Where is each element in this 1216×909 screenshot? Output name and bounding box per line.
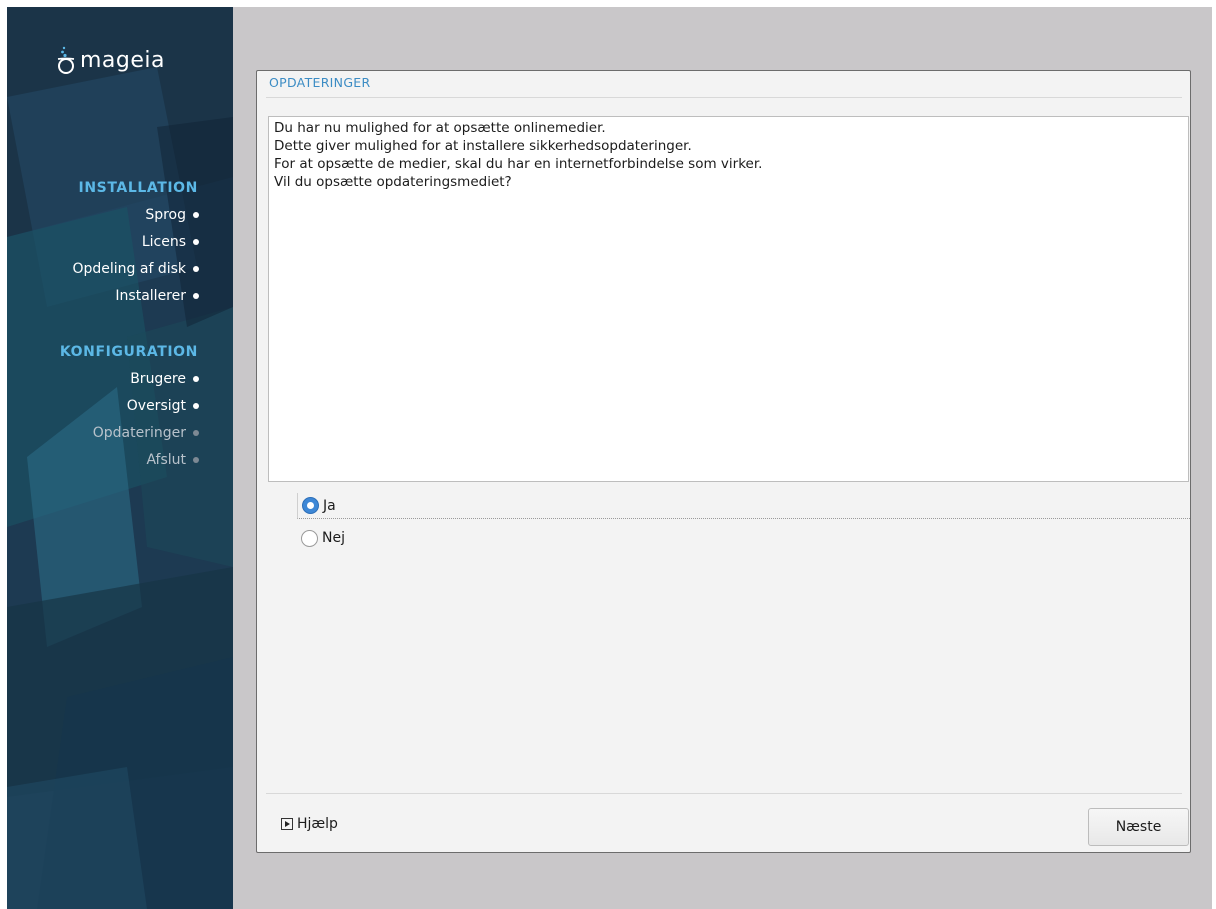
message-line: Dette giver mulighed for at installere s… [274,138,692,154]
sidebar: mageia INSTALLATION Sprog Licens Opdelin… [7,7,233,909]
nav-item-afslut: Afslut [146,452,199,468]
radio-label: Ja [323,497,336,514]
radio-option-ja[interactable]: Ja [297,493,1190,519]
nav-item-label: Licens [141,234,186,250]
nav-item-label: Sprog [145,207,186,223]
status-dot [193,403,199,409]
expand-arrow-icon [281,818,293,830]
nav-item-label: Afslut [146,452,186,468]
logo-text: mageia [80,47,166,73]
sidebar-background [7,7,233,909]
radio-label: Nej [322,530,345,546]
message-line: Du har nu mulighed for at opsætte online… [274,120,606,136]
radio-unselected-icon[interactable] [301,529,318,547]
footer-divider [266,793,1182,794]
nav-item-label: Oversigt [126,398,186,414]
panel-title: OPDATERINGER [269,75,371,90]
nav-item-opdeling-af-disk: Opdeling af disk [72,261,199,277]
message-line: For at opsætte de medier, skal du har en… [274,156,763,172]
help-label: Hjælp [297,816,338,832]
message-line: Vil du opsætte opdateringsmediet? [274,174,512,190]
message-textbox[interactable]: Du har nu mulighed for at opsætte online… [268,116,1189,482]
status-dot [193,376,199,382]
nav-item-label: Opdateringer [92,425,186,441]
radio-option-nej[interactable]: Nej [297,525,1190,551]
help-expander[interactable]: Hjælp [281,816,338,832]
nav-item-sprog: Sprog [145,207,199,223]
nav-item-opdateringer: Opdateringer [93,425,199,441]
next-button[interactable]: Næste [1088,808,1189,846]
status-dot [193,293,199,299]
mageia-cauldron-icon [57,46,75,74]
nav-item-oversigt: Oversigt [127,398,199,414]
nav-item-licens: Licens [142,234,199,250]
updates-panel: OPDATERINGER Du har nu mulighed for at o… [256,70,1191,853]
nav-item-brugere: Brugere [130,371,199,387]
nav-item-label: Brugere [130,371,186,387]
radio-selected-icon[interactable] [302,497,319,514]
title-divider [266,97,1182,98]
status-dot [193,457,199,463]
nav-item-label: Installerer [115,288,186,304]
mageia-logo: mageia [56,45,165,75]
status-dot [193,430,199,436]
status-dot [193,266,199,272]
nav-heading-installation: INSTALLATION [78,180,198,196]
status-dot [193,239,199,245]
nav-item-installerer: Installerer [115,288,199,304]
status-dot [193,212,199,218]
nav-item-label: Opdeling af disk [72,261,186,277]
installer-screen: mageia INSTALLATION Sprog Licens Opdelin… [7,7,1212,909]
nav-heading-konfiguration: KONFIGURATION [59,344,198,360]
